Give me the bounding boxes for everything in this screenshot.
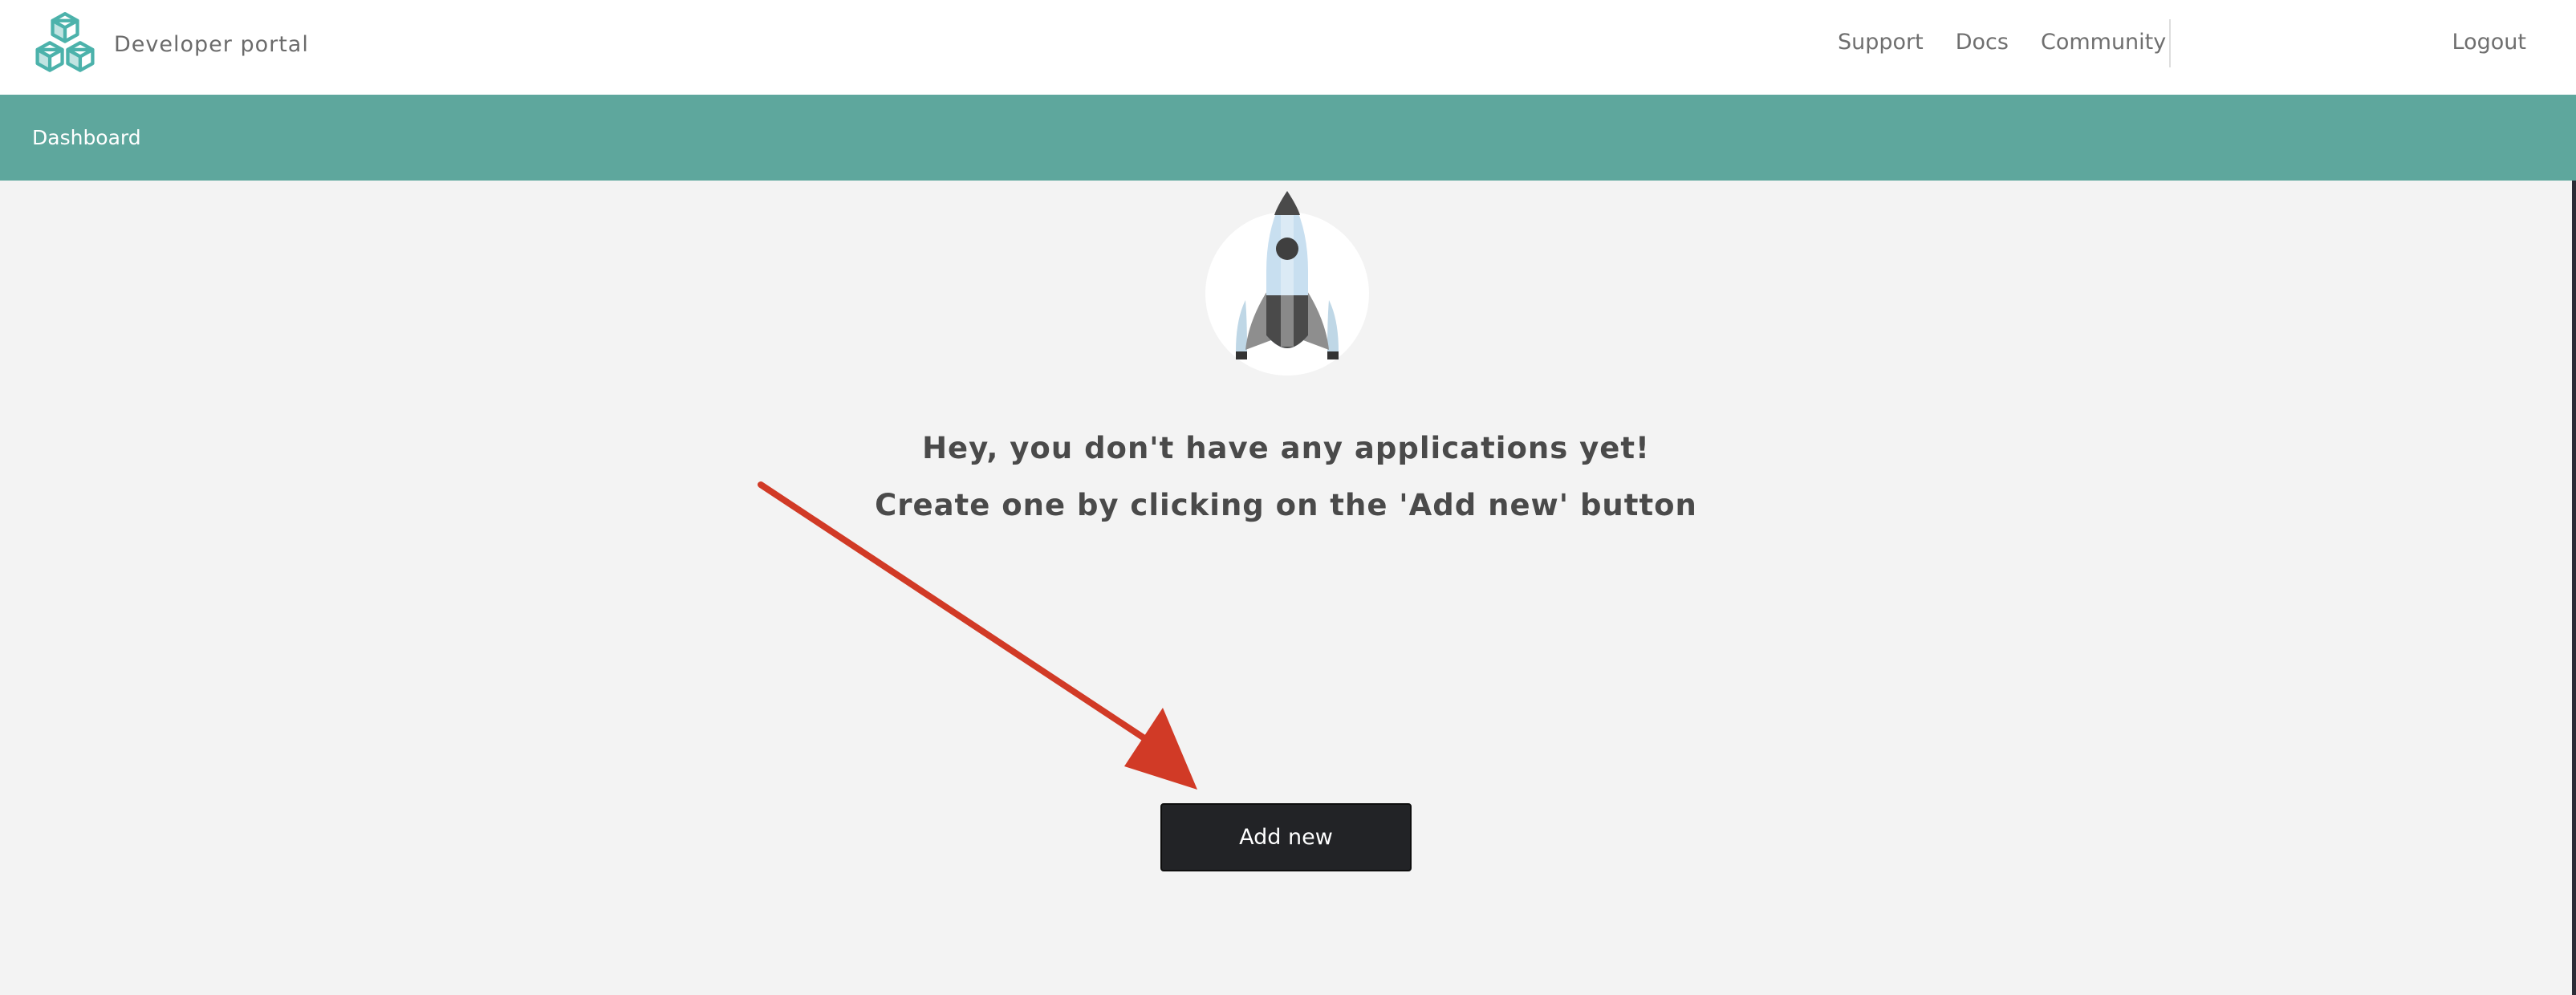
top-navbar: Developer portal Support Docs Community … xyxy=(0,0,2576,95)
nav-link-support[interactable]: Support xyxy=(1838,30,1924,55)
rocket-icon xyxy=(1205,191,1369,376)
empty-state-hint: Create one by clicking on the 'Add new' … xyxy=(875,488,1697,522)
cubes-logo-icon xyxy=(35,12,95,72)
sub-navbar: Dashboard xyxy=(0,95,2576,181)
window-edge xyxy=(2572,181,2576,995)
brand-name: Developer portal xyxy=(114,31,309,57)
top-nav-links: Support Docs Community xyxy=(1838,0,2166,83)
add-new-button[interactable]: Add new xyxy=(1160,803,1412,871)
breadcrumb-dashboard[interactable]: Dashboard xyxy=(32,95,141,181)
brand-home-link[interactable]: Developer portal xyxy=(30,8,309,80)
logout-link[interactable]: Logout xyxy=(2452,0,2526,83)
nav-link-docs[interactable]: Docs xyxy=(1956,30,2009,55)
empty-state-title: Hey, you don't have any applications yet… xyxy=(922,431,1650,465)
nav-divider xyxy=(2169,19,2171,67)
nav-link-community[interactable]: Community xyxy=(2041,30,2166,55)
